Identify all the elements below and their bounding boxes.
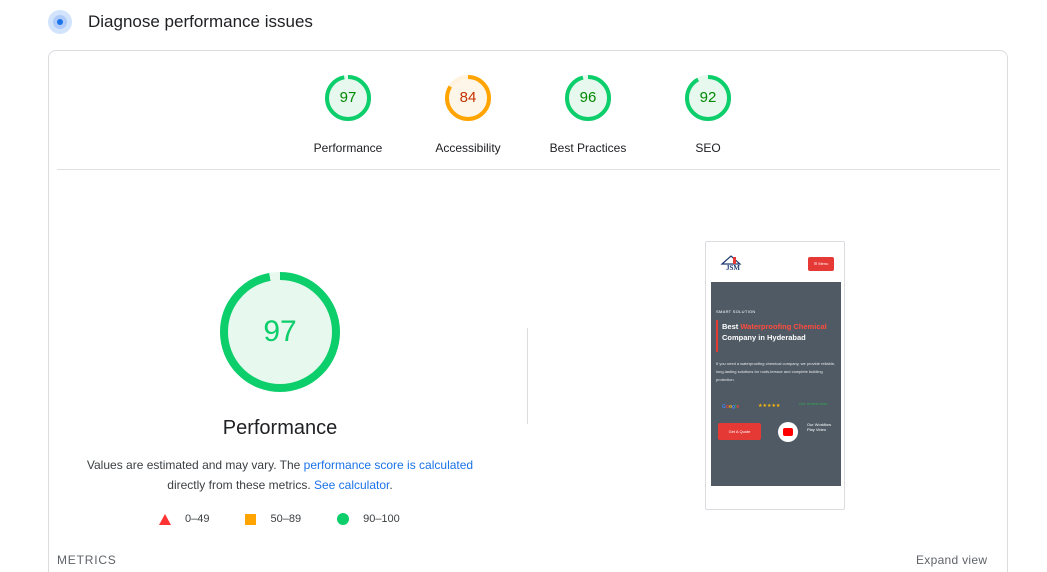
score-gauges: 97 Performance 84 Accessibility 96 Best … xyxy=(49,73,1007,155)
gauge-ring: 97 xyxy=(323,73,373,123)
gauge-score: 84 xyxy=(459,89,477,106)
score-note: Values are estimated and may vary. The p… xyxy=(80,455,480,495)
score-legend: 0–49 50–89 90–100 xyxy=(159,513,400,525)
expand-view-button[interactable]: Expand view xyxy=(916,553,987,567)
site-logo-text: JSM xyxy=(726,264,740,272)
play-video-icon xyxy=(778,422,798,442)
circle-icon xyxy=(337,513,350,525)
site-header: JSM ☰ Menu xyxy=(706,242,844,282)
review-text: Our review here xyxy=(799,401,828,406)
gauge-label: Best Practices xyxy=(549,141,627,155)
gauge-best-practices[interactable]: 96 Best Practices xyxy=(528,73,648,155)
note-prefix: Values are estimated and may vary. The xyxy=(86,458,304,472)
site-hero: SMART SOLUTION Best Waterproofing Chemic… xyxy=(711,282,841,486)
legend-range: 90–100 xyxy=(363,513,400,525)
section-header: Diagnose performance issues xyxy=(48,8,313,36)
square-icon xyxy=(245,513,257,525)
gauge-ring: 96 xyxy=(563,73,613,123)
site-menu-button: ☰ Menu xyxy=(808,257,834,271)
video-label: Our Workflow Play Video xyxy=(807,422,832,432)
gauge-performance[interactable]: 97 Performance xyxy=(288,73,408,155)
gauge-seo[interactable]: 92 SEO xyxy=(648,73,768,155)
hero-title: Best Waterproofing Chemical Company in H… xyxy=(722,321,832,343)
legend-fail: 0–49 xyxy=(159,513,209,525)
google-letter: e xyxy=(736,404,740,410)
metrics-heading: METRICS xyxy=(57,553,117,567)
gauge-accessibility[interactable]: 84 Accessibility xyxy=(408,73,528,155)
hero-description: If you need a waterproofing chemical com… xyxy=(716,361,836,382)
hero-title-part1: Best xyxy=(722,322,741,331)
hero-accent-bar xyxy=(716,320,718,352)
gauge-ring: 84 xyxy=(443,73,493,123)
hero-title-part2: Company in Hyderabad xyxy=(722,333,806,342)
gauge-score: 97 xyxy=(339,89,357,106)
lighthouse-icon xyxy=(48,10,72,34)
triangle-icon xyxy=(159,513,171,525)
gauge-ring: 92 xyxy=(683,73,733,123)
vertical-separator xyxy=(527,328,528,424)
legend-average: 50–89 xyxy=(245,513,301,525)
gauge-score: 96 xyxy=(579,89,597,106)
calculator-link[interactable]: See calculator xyxy=(314,478,389,492)
section-title: Diagnose performance issues xyxy=(88,12,313,31)
final-screenshot[interactable]: JSM ☰ Menu SMART SOLUTION Best Waterproo… xyxy=(705,241,845,510)
legend-range: 50–89 xyxy=(270,513,302,525)
performance-gauge: 97 xyxy=(219,271,341,393)
divider xyxy=(57,169,1000,170)
gauge-label: Performance xyxy=(313,141,383,155)
gauge-score: 92 xyxy=(699,89,717,106)
gauge-label: SEO xyxy=(695,141,721,155)
note-suffix: . xyxy=(389,478,393,492)
performance-score: 97 xyxy=(263,315,297,348)
performance-title: Performance xyxy=(222,417,338,439)
report-card: 97 Performance 84 Accessibility 96 Best … xyxy=(48,50,1008,572)
performance-score-link[interactable]: performance score is calculated xyxy=(304,458,473,472)
google-logo: Google xyxy=(722,404,739,410)
legend-range: 0–49 xyxy=(185,513,210,525)
rating-stars: ★★★★★ xyxy=(758,403,781,409)
legend-pass: 90–100 xyxy=(337,513,400,525)
note-middle: directly from these metrics. xyxy=(167,478,314,492)
hero-title-red: Waterproofing Chemical xyxy=(740,322,827,331)
hero-eyebrow: SMART SOLUTION xyxy=(716,309,756,314)
quote-button: Get A Quote xyxy=(718,423,761,440)
gauge-label: Accessibility xyxy=(435,141,501,155)
